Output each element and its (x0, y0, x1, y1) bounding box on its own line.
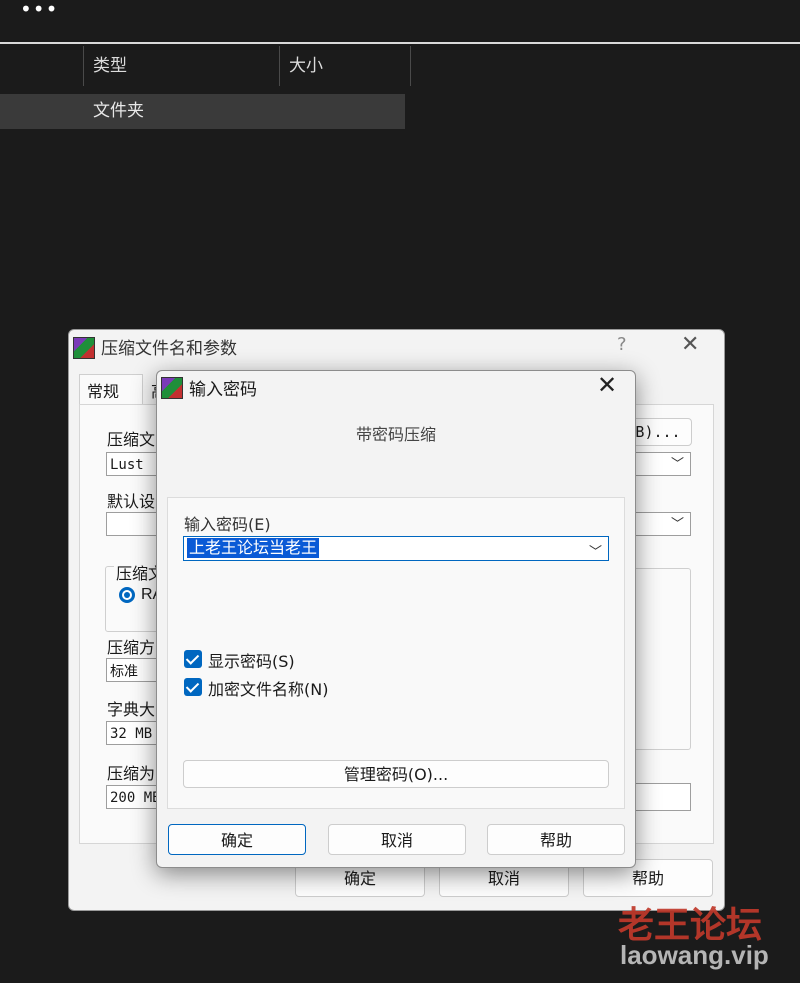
winrar-icon (73, 337, 95, 359)
column-separator[interactable] (279, 46, 280, 86)
radio-rar[interactable] (119, 587, 135, 603)
file-row-selected[interactable] (0, 94, 405, 129)
split-volumes-label: 压缩为 (107, 766, 156, 783)
title-bar[interactable]: 压缩文件名和参数 ? ✕ (69, 330, 724, 364)
chevron-down-icon[interactable]: ﹀ (589, 541, 602, 560)
divider (0, 42, 800, 44)
manage-passwords-button[interactable]: 管理密码(O)... (183, 760, 609, 788)
password-value: 上老王论坛当老王 (187, 538, 320, 558)
dictionary-label: 字典大 (107, 702, 156, 719)
help-button[interactable]: 帮助 (487, 824, 625, 855)
more-options-button[interactable]: ••• (20, 0, 57, 24)
column-separator[interactable] (410, 46, 411, 86)
column-header-size[interactable]: 大小 (289, 46, 323, 86)
chevron-down-icon: ﹀ (670, 457, 684, 472)
password-panel: 输入密码(E) 上老王论坛当老王 ﹀ 显示密码(S) 加密文件名称(N) 管理密… (167, 497, 625, 809)
tab-general[interactable]: 常规 (87, 378, 119, 402)
help-icon[interactable]: ? (617, 334, 627, 355)
dialog-title: 压缩文件名和参数 (101, 339, 237, 359)
close-icon[interactable]: ✕ (681, 332, 699, 357)
winrar-icon (161, 377, 183, 399)
file-row-type: 文件夹 (93, 101, 144, 121)
password-label: 输入密码(E) (184, 515, 271, 534)
encrypt-names-label[interactable]: 加密文件名称(N) (208, 676, 328, 700)
cancel-button[interactable]: 取消 (328, 824, 466, 855)
password-input[interactable]: 上老王论坛当老王 ﹀ (183, 536, 609, 561)
chevron-down-icon: ﹀ (670, 517, 684, 532)
column-separator[interactable] (83, 46, 84, 86)
options-field[interactable] (635, 783, 691, 811)
show-password-label[interactable]: 显示密码(S) (208, 648, 295, 672)
show-password-checkbox[interactable] (184, 650, 202, 668)
dialog-subtitle: 带密码压缩 (355, 425, 436, 444)
encrypt-names-checkbox[interactable] (184, 678, 202, 696)
archive-name-value: Lust (110, 457, 144, 473)
watermark-url: laowang.vip (620, 940, 769, 970)
method-label: 压缩方 (107, 640, 156, 657)
column-header-type[interactable]: 类型 (93, 46, 127, 86)
options-group (629, 568, 691, 750)
password-dialog: 输入密码 ✕ 带密码压缩 输入密码(E) 上老王论坛当老王 ﹀ 显示密码(S) … (156, 370, 636, 868)
archive-name-label: 压缩文 (107, 432, 156, 449)
close-icon[interactable]: ✕ (597, 371, 617, 399)
ok-button[interactable]: 确定 (168, 824, 306, 855)
default-profile-label: 默认设 (107, 494, 156, 511)
dialog-title: 输入密码 (189, 380, 257, 400)
